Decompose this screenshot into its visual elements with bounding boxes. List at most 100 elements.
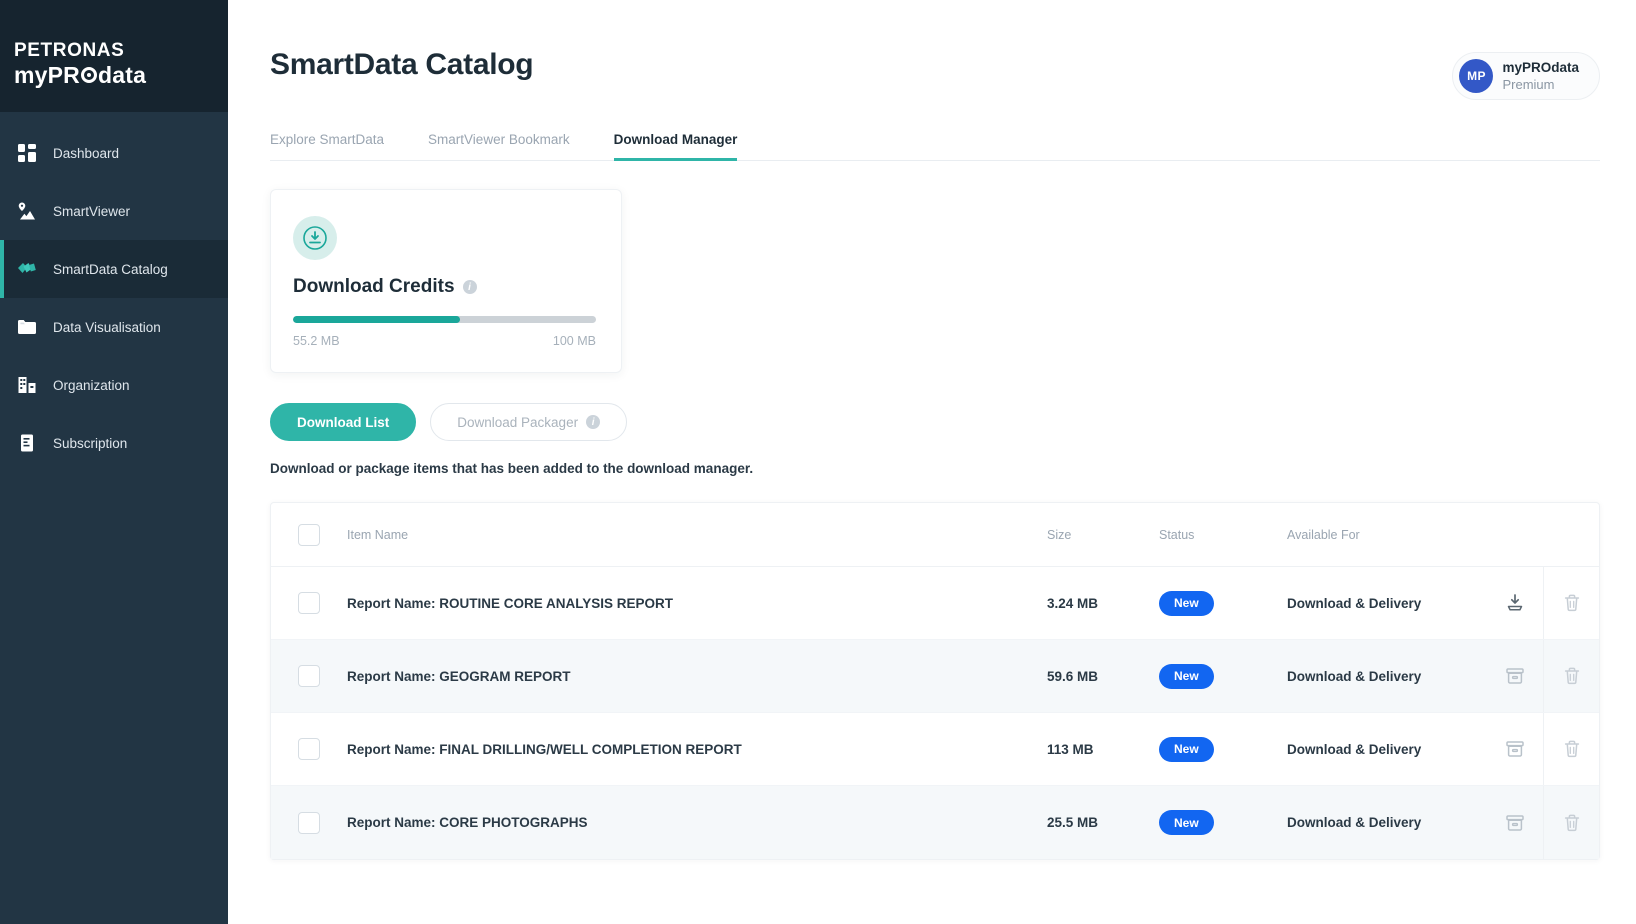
sidebar-item-data-visualisation[interactable]: Data Visualisation <box>0 298 228 356</box>
sidebar-item-organization[interactable]: Organization <box>0 356 228 414</box>
cell-available-for: Download & Delivery <box>1287 668 1422 684</box>
map-pin-image-icon <box>16 200 38 222</box>
row-select-cell <box>271 811 347 834</box>
cell-delete <box>1543 567 1599 639</box>
row-checkbox[interactable] <box>298 811 320 834</box>
cell-action <box>1487 713 1543 785</box>
profile-plan: Premium <box>1502 76 1555 92</box>
section-description: Download or package items that has been … <box>270 461 754 476</box>
column-header-item-name: Item Name <box>347 527 409 542</box>
brand-prefix: myPR <box>14 62 80 88</box>
cell-available-for: Download & Delivery <box>1287 815 1422 830</box>
main-content: SmartData Catalog MP myPROdata Premium E… <box>228 0 1636 924</box>
row-checkbox[interactable] <box>298 738 320 760</box>
cell-item-name: Report Name: CORE PHOTOGRAPHS <box>347 815 588 830</box>
credits-title-text: Download Credits <box>293 276 455 297</box>
brand-logo[interactable]: PETRONAS myPR data <box>0 0 228 112</box>
status-badge: New <box>1159 736 1214 762</box>
archive-box-icon[interactable] <box>1504 812 1526 834</box>
buildings-chart-icon <box>16 374 38 396</box>
sidebar-item-dashboard[interactable]: Dashboard <box>0 124 228 182</box>
sidebar-item-label: SmartViewer <box>53 203 131 219</box>
archive-box-icon[interactable] <box>1504 738 1526 760</box>
grid-dashboard-icon <box>16 142 38 164</box>
download-items-table: Item Name Size Status Available For Repo… <box>270 502 1600 860</box>
credits-progress-fill <box>293 316 461 323</box>
sidebar-item-smartviewer[interactable]: SmartViewer <box>0 182 228 240</box>
tab-smartviewer-bookmark[interactable]: SmartViewer Bookmark <box>428 132 570 160</box>
status-badge: New <box>1159 810 1214 835</box>
cell-action <box>1487 640 1543 712</box>
column-header-action <box>1487 503 1543 566</box>
row-checkbox[interactable] <box>298 592 320 614</box>
archive-box-icon[interactable] <box>1504 665 1526 687</box>
cell-size: 113 MB <box>1047 741 1094 757</box>
target-o-icon <box>81 67 97 83</box>
table-row[interactable]: Report Name: GEOGRAM REPORT 59.6 MB New Dow… <box>271 640 1599 713</box>
column-header-size: Size <box>1047 527 1072 542</box>
trash-icon[interactable] <box>1561 592 1583 614</box>
cell-delete <box>1543 640 1599 712</box>
select-all-cell <box>271 523 347 546</box>
column-header-delete <box>1543 503 1599 566</box>
cell-available-for: Download & Delivery <box>1287 741 1422 757</box>
table-row[interactable]: Report Name: CORE PHOTOGRAPHS 25.5 MB New D… <box>271 786 1599 859</box>
brand-line-myprodata: myPR data <box>14 62 228 88</box>
sidebar-item-subscription[interactable]: Subscription <box>0 414 228 472</box>
status-badge: New <box>1159 663 1214 689</box>
table-header-row: Item Name Size Status Available For <box>271 503 1599 567</box>
select-all-checkbox[interactable] <box>298 523 320 546</box>
app-root: PETRONAS myPR data Dashboard SmartViewer <box>0 0 1636 924</box>
cell-delete <box>1543 786 1599 859</box>
cell-size: 59.6 MB <box>1047 668 1099 684</box>
download-list-label: Download List <box>297 414 390 430</box>
download-packager-label: Download Packager <box>457 414 579 430</box>
cell-item-name: Report Name: ROUTINE CORE ANALYSIS REPOR… <box>347 595 674 611</box>
trash-icon[interactable] <box>1561 812 1583 834</box>
row-select-cell <box>271 592 347 614</box>
cell-item-name: Report Name: GEOGRAM REPORT <box>347 668 571 684</box>
sidebar-item-label: Dashboard <box>53 145 120 161</box>
trash-icon[interactable] <box>1561 738 1583 760</box>
table-body: Report Name: ROUTINE CORE ANALYSIS REPOR… <box>271 567 1599 859</box>
info-icon[interactable]: i <box>462 280 477 294</box>
credits-progress-labels: 55.2 MB 100 MB <box>293 334 596 348</box>
info-icon[interactable]: i <box>586 415 601 429</box>
tab-download-manager[interactable]: Download Manager <box>613 132 737 161</box>
sidebar-item-label: Subscription <box>53 435 128 451</box>
tab-explore-smartdata[interactable]: Explore SmartData <box>270 132 384 160</box>
credits-total-label: 100 MB <box>552 334 596 348</box>
user-profile-badge[interactable]: MP myPROdata Premium <box>1452 52 1600 100</box>
brand-line-petronas: PETRONAS <box>14 40 125 61</box>
brand-suffix: data <box>98 62 147 88</box>
view-toggle-group: Download List Download Packager i <box>270 403 1600 441</box>
table-row[interactable]: Report Name: ROUTINE CORE ANALYSIS REPOR… <box>271 567 1599 640</box>
tab-bar: Explore SmartData SmartViewer Bookmark D… <box>270 132 1600 161</box>
credits-used-label: 55.2 MB <box>293 334 340 348</box>
row-checkbox[interactable] <box>298 665 320 687</box>
download-circle-icon <box>293 216 337 260</box>
trash-icon[interactable] <box>1561 665 1583 687</box>
table-row[interactable]: Report Name: FINAL DRILLING/WELL COMPLET… <box>271 713 1599 786</box>
sidebar: PETRONAS myPR data Dashboard SmartViewer <box>0 0 228 924</box>
sidebar-nav: Dashboard SmartViewer SmartData Catalog … <box>0 112 228 472</box>
cell-action <box>1487 786 1543 859</box>
cell-status: New <box>1159 663 1287 689</box>
document-list-icon <box>16 432 38 454</box>
sidebar-item-label: Data Visualisation <box>53 319 161 335</box>
page-title: SmartData Catalog <box>270 48 534 81</box>
cell-item-name: Report Name: FINAL DRILLING/WELL COMPLET… <box>347 741 742 757</box>
cell-delete <box>1543 713 1599 785</box>
sidebar-item-smartdata-catalog[interactable]: SmartData Catalog <box>0 240 228 298</box>
cell-status: New <box>1159 590 1287 616</box>
cell-action <box>1487 567 1543 639</box>
cell-size: 25.5 MB <box>1047 815 1099 830</box>
download-packager-button[interactable]: Download Packager i <box>430 403 628 441</box>
profile-name: myPROdata <box>1502 59 1579 75</box>
column-header-status: Status <box>1159 527 1195 542</box>
row-select-cell <box>271 738 347 760</box>
download-tray-icon[interactable] <box>1504 592 1526 614</box>
download-list-button[interactable]: Download List <box>270 403 417 441</box>
sidebar-item-label: SmartData Catalog <box>53 261 168 277</box>
download-credits-card: Download Credits i 55.2 MB 100 MB <box>270 189 622 373</box>
